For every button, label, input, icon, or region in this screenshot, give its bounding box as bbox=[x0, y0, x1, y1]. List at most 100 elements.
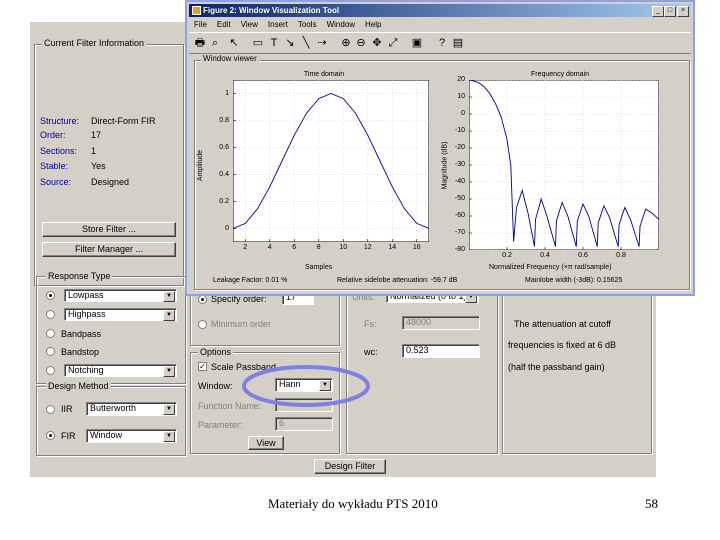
store-filter-button[interactable]: Store Filter ... bbox=[42, 222, 176, 237]
legend-icon[interactable]: ▤ bbox=[451, 36, 465, 50]
info-label-structure: Structure: bbox=[40, 116, 80, 126]
bandpass-label: Bandpass bbox=[61, 329, 102, 339]
menu-view[interactable]: View bbox=[236, 18, 263, 31]
notching-combo[interactable]: Notching ▼ bbox=[64, 364, 177, 377]
menu-edit[interactable]: Edit bbox=[212, 18, 236, 31]
minimum-order-label: Minimum order bbox=[211, 319, 272, 329]
move-icon[interactable]: ⇢ bbox=[315, 36, 329, 50]
freq-xlabel: Normalized Frequency (×π rad/sample) bbox=[489, 264, 612, 271]
freq-y-tick-label: -60 bbox=[454, 212, 465, 219]
window-viewer-title: Window viewer bbox=[201, 54, 259, 63]
iir-combo-value: Butterworth bbox=[90, 403, 137, 413]
figure-app-icon bbox=[192, 6, 201, 15]
text-icon[interactable]: T bbox=[267, 36, 281, 50]
notching-combo-value: Notching bbox=[68, 365, 104, 375]
zoom-in-icon[interactable]: ⊕ bbox=[339, 36, 353, 50]
note-line-1: The attenuation at cutoff bbox=[514, 319, 611, 329]
freq-y-tick-label: -50 bbox=[454, 195, 465, 202]
wc-input[interactable]: 0.523 bbox=[402, 344, 480, 358]
menu-tools[interactable]: Tools bbox=[293, 18, 322, 31]
filter-manager-button[interactable]: Filter Manager ... bbox=[42, 242, 176, 257]
chevron-down-icon[interactable]: ▼ bbox=[163, 404, 175, 415]
menu-file[interactable]: File bbox=[189, 18, 212, 31]
minimize-icon[interactable]: _ bbox=[652, 6, 664, 17]
page-number: 58 bbox=[645, 496, 658, 511]
freq-x-tick-label: 0.2 bbox=[502, 252, 512, 259]
figure-titlebar[interactable]: Figure 2: Window Visualization Tool _ □ … bbox=[189, 4, 691, 17]
chevron-down-icon[interactable]: ▼ bbox=[163, 291, 175, 302]
pan-icon[interactable]: ✥ bbox=[370, 36, 384, 50]
menu-window[interactable]: Window bbox=[322, 18, 360, 31]
figure-window: Figure 2: Window Visualization Tool _ □ … bbox=[185, 0, 695, 296]
maximize-icon[interactable]: □ bbox=[664, 6, 676, 17]
fs-input[interactable]: 48000 bbox=[402, 316, 480, 330]
radio-lowpass[interactable] bbox=[46, 291, 55, 300]
time-x-tick-label: 14 bbox=[388, 244, 397, 251]
view-button[interactable]: View bbox=[248, 436, 284, 450]
scale-passband-checkbox[interactable]: ✓ bbox=[198, 362, 207, 371]
full-view-icon[interactable]: ⤢ bbox=[386, 36, 400, 50]
info-label-stable: Stable: bbox=[40, 161, 69, 171]
freq-y-tick-label: -20 bbox=[454, 144, 465, 151]
edit-pointer-icon[interactable]: ↖ bbox=[227, 36, 241, 50]
freq-y-tick-label: 20 bbox=[457, 76, 465, 83]
fir-combo[interactable]: Window ▼ bbox=[86, 429, 177, 443]
info-value-order: 17 bbox=[91, 130, 102, 140]
bandstop-label: Bandstop bbox=[61, 347, 100, 357]
time-x-tick-label: 12 bbox=[363, 244, 372, 251]
parameter-input[interactable]: 6 bbox=[275, 417, 333, 431]
radio-bandpass[interactable] bbox=[46, 329, 55, 338]
info-label-order: Order: bbox=[40, 130, 66, 140]
zoom-page-icon[interactable]: ⌕ bbox=[208, 36, 222, 50]
arrow-icon[interactable]: ↘ bbox=[283, 36, 297, 50]
time-y-tick-label: 0.4 bbox=[219, 170, 229, 178]
options-title: Options bbox=[198, 347, 234, 357]
radio-specify-order[interactable] bbox=[198, 295, 207, 304]
radio-notching[interactable] bbox=[46, 366, 55, 375]
lowpass-combo[interactable]: Lowpass ▼ bbox=[64, 289, 177, 302]
radio-iir[interactable] bbox=[46, 405, 55, 414]
line-icon[interactable]: ╲ bbox=[299, 36, 313, 50]
freq-y-tick-label: 10 bbox=[457, 93, 465, 100]
info-label-source: Source: bbox=[40, 177, 72, 187]
iir-combo[interactable]: Butterworth ▼ bbox=[86, 402, 177, 416]
freq-y-tick-label: -40 bbox=[454, 178, 465, 185]
time-title: Time domain bbox=[303, 71, 345, 78]
mainlobe-width: Mainlobe width (-3dB): 0.15625 bbox=[525, 277, 623, 284]
radio-highpass[interactable] bbox=[46, 310, 55, 319]
highpass-combo[interactable]: Highpass ▼ bbox=[64, 308, 177, 321]
figure-toolbar: 🖶 ⌕ ↖ ▭ T ↘ ╲ ⇢ ⊕ ⊖ ✥ ⤢ ▣ ? ▤ bbox=[189, 32, 691, 54]
radio-bandstop[interactable] bbox=[46, 347, 55, 356]
menu-help[interactable]: Help bbox=[360, 18, 386, 31]
freq-y-tick-label: -30 bbox=[454, 161, 465, 168]
close-icon[interactable]: × bbox=[677, 6, 689, 17]
radio-fir[interactable] bbox=[46, 431, 55, 440]
time-ylabel: Amplitude bbox=[197, 149, 205, 182]
chevron-down-icon[interactable]: ▼ bbox=[163, 431, 175, 442]
fir-label: FIR bbox=[61, 431, 76, 441]
time-y-tick-label: 0.8 bbox=[219, 116, 229, 124]
help-icon[interactable]: ? bbox=[435, 36, 449, 50]
time-y-tick-label: 0.6 bbox=[219, 143, 229, 151]
sidelobe-attenuation: Relative sidelobe attenuation: -59.7 dB bbox=[337, 277, 458, 284]
rectangle-icon[interactable]: ▭ bbox=[251, 36, 265, 50]
freq-title: Frequency domain bbox=[531, 71, 589, 78]
zoom-out-icon[interactable]: ⊖ bbox=[354, 36, 368, 50]
current-filter-title: Current Filter Information bbox=[42, 38, 147, 48]
fir-combo-value: Window bbox=[90, 430, 123, 440]
time-x-tick-label: 10 bbox=[339, 244, 348, 251]
figure-title: Figure 2: Window Visualization Tool bbox=[203, 6, 340, 15]
print-icon[interactable]: 🖶 bbox=[193, 36, 207, 50]
radio-minimum-order[interactable] bbox=[198, 320, 207, 329]
design-filter-button[interactable]: Design Filter bbox=[314, 459, 386, 474]
time-xlabel: Samples bbox=[305, 264, 333, 271]
chevron-down-icon[interactable]: ▼ bbox=[163, 310, 175, 321]
chevron-down-icon[interactable]: ▼ bbox=[163, 366, 175, 377]
info-value-structure: Direct-Form FIR bbox=[91, 116, 156, 126]
highpass-combo-value: Highpass bbox=[68, 309, 106, 319]
time-y-tick-label: 1 bbox=[225, 89, 229, 97]
menu-insert[interactable]: Insert bbox=[263, 18, 293, 31]
export-icon[interactable]: ▣ bbox=[410, 36, 424, 50]
window-label: Window: bbox=[198, 381, 233, 391]
fs-label: Fs: bbox=[364, 319, 377, 329]
